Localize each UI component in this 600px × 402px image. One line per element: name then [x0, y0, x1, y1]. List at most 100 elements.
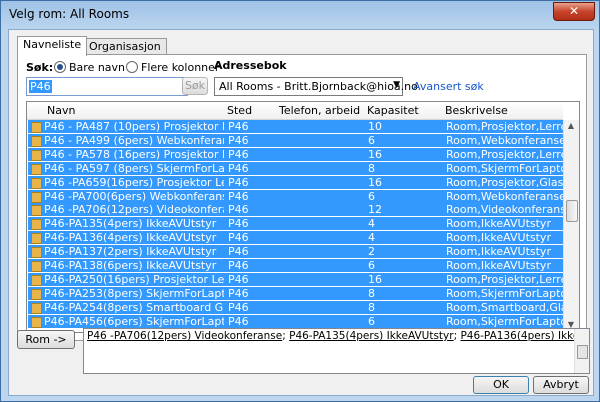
window-title: Velg rom: All Rooms — [9, 7, 130, 21]
close-button[interactable]: ✕ — [553, 2, 595, 21]
room-icon — [31, 261, 42, 272]
room-cell-capacity: 2 — [368, 245, 375, 259]
selected-rooms-scrollbar[interactable] — [574, 329, 589, 373]
scroll-up-icon[interactable]: ▲ — [566, 121, 576, 130]
room-cell-place: P46 — [228, 161, 249, 175]
room-cell-place: P46 — [228, 286, 249, 300]
room-icon — [31, 274, 42, 286]
room-row[interactable]: P46-PA253(8pers) SkjermForLaptop Glassta… — [28, 286, 563, 300]
room-cell-name: P46-PA250(16pers) Prosjektor Lerret Glas… — [44, 272, 224, 286]
room-icon — [31, 233, 42, 245]
room-cell-name: P46-PA136(4pers) IkkeAVUtstyr — [44, 231, 217, 245]
room-icon — [31, 149, 42, 161]
room-cell-desc: Room,Prosjektor,Lerret,PC — [446, 120, 563, 133]
room-cell-desc: Room,IkkeAVUtstyr — [446, 217, 551, 231]
room-icon — [31, 177, 42, 189]
selected-room[interactable]: P46-PA135(4pers) IkkeAVUtstyr — [289, 330, 453, 342]
advanced-search-link[interactable]: Avansert søk — [413, 80, 484, 93]
title-bar[interactable]: Velg rom: All Rooms ✕ — [1, 1, 599, 27]
addressbook-dropdown[interactable]: All Rooms - Britt.Bjornback@hioa.no ▼ — [214, 77, 418, 96]
room-cell-place: P46 — [228, 245, 249, 259]
selected-rooms-list: P46 -PA706(12pers) Videokonferanse; P46-… — [87, 330, 589, 343]
room-cell-desc: Room,SkjermForLaptop,White — [446, 314, 563, 328]
room-cell-place: P46 — [228, 259, 249, 272]
room-cell-desc: Room,Webkonferanse — [446, 189, 563, 203]
dialog-body: Navneliste Organisasjon Søk: Bare navn F… — [8, 29, 594, 396]
room-cell-place: P46 — [228, 147, 249, 161]
selected-rooms-scroll-thumb[interactable] — [577, 345, 588, 359]
room-row[interactable]: P46 -PA700(6pers) Webkonferanse P46 6 Room,… — [28, 189, 563, 203]
room-row[interactable]: P46 -PA706(12pers) Videokonferanse P46 12 R… — [28, 203, 563, 217]
room-row[interactable]: P46 -PA659(16pers) Prosjektor Lerret Whi… — [28, 175, 563, 189]
column-header-description[interactable]: Beskrivelse — [445, 104, 508, 117]
room-row[interactable]: P46-PA138(6pers) IkkeAVUtstyr P46 6 Room,Ik… — [28, 259, 563, 272]
radio-name-only-label[interactable]: Bare navn — [69, 61, 125, 74]
add-rooms-button[interactable]: Rom -> — [17, 330, 75, 349]
room-row[interactable]: P46-PA254(8pers) Smartboard Glasstavle P4… — [28, 300, 563, 314]
column-header-capacity[interactable]: Kapasitet — [367, 104, 419, 117]
search-input-value: P46 — [29, 80, 52, 93]
search-button[interactable]: Søk — [182, 77, 208, 95]
room-cell-desc: Room,WebkonferanseMedSoftk — [446, 133, 563, 147]
room-icon — [31, 205, 42, 217]
room-cell-name: P46-PA253(8pers) SkjermForLaptop Glassta… — [44, 286, 224, 300]
room-row[interactable]: P46 - PA487 (10pers) Prosjektor Lerret P… — [28, 120, 563, 133]
ok-button[interactable]: OK — [473, 376, 529, 394]
room-cell-name: P46-PA137(2pers) IkkeAVUtstyr — [44, 245, 217, 259]
room-cell-place: P46 — [228, 314, 249, 328]
room-cell-name: P46 - PA499 (6pers) WebkonferanseMedSoft… — [44, 133, 224, 147]
room-picker-dialog: Velg rom: All Rooms ✕ Navneliste Organis… — [0, 0, 600, 402]
room-row[interactable]: P46-PA250(16pers) Prosjektor Lerret Glas… — [28, 272, 563, 286]
tab-organisation[interactable]: Organisasjon — [83, 38, 167, 55]
addressbook-selected: All Rooms - Britt.Bjornback@hioa.no — [219, 80, 418, 93]
room-icon — [31, 122, 42, 133]
room-cell-place: P46 — [228, 203, 249, 217]
room-list: Navn Sted Telefon, arbeid Kapasitet Besk… — [26, 101, 580, 333]
room-cell-name: P46 - PA487 (10pers) Prosjektor Lerret P… — [44, 120, 224, 133]
room-icon — [31, 163, 42, 175]
selected-room[interactable]: P46-PA136(4pers) IkkeAVUtstyr — [460, 330, 589, 342]
cancel-button[interactable]: Avbryt — [533, 376, 589, 394]
room-row[interactable]: P46 - PA597 (8pers) SkjermForLaptop P46 8 R… — [28, 161, 563, 175]
room-row[interactable]: P46-PA137(2pers) IkkeAVUtstyr P46 2 Room,Ik… — [28, 245, 563, 259]
column-header-place[interactable]: Sted — [227, 104, 252, 117]
column-header-phone[interactable]: Telefon, arbeid — [279, 104, 360, 117]
radio-name-only[interactable] — [54, 61, 66, 73]
room-cell-place: P46 — [228, 231, 249, 245]
room-list-body: P46 - PA487 (10pers) Prosjektor Lerret P… — [27, 120, 563, 328]
addressbook-label: Adressebok — [214, 59, 287, 72]
selected-rooms-field[interactable]: P46 -PA706(12pers) Videokonferanse; P46-… — [83, 328, 590, 374]
search-input[interactable]: P46 — [26, 77, 188, 96]
room-cell-name: P46 - PA578 (16pers) Prosjektor Lerret P… — [44, 147, 224, 161]
radio-more-columns-label[interactable]: Flere kolonner — [141, 61, 219, 74]
room-cell-desc: Room,SkjermForLaptop,Glasstav — [446, 286, 563, 300]
room-cell-capacity: 8 — [368, 300, 375, 314]
room-row[interactable]: P46-PA136(4pers) IkkeAVUtstyr P46 4 Room,Ik… — [28, 231, 563, 245]
room-cell-desc: Room,SkjermForLaptop — [446, 161, 563, 175]
room-cell-capacity: 16 — [368, 175, 382, 189]
tab-name-list[interactable]: Navneliste — [17, 36, 88, 56]
search-label: Søk: — [26, 61, 54, 74]
room-cell-desc: Room,Prosjektor,Lerret,Glasstav — [446, 272, 563, 286]
room-cell-place: P46 — [228, 300, 249, 314]
room-list-header: Navn Sted Telefon, arbeid Kapasitet Besk… — [27, 102, 563, 120]
room-cell-desc: Room,Smartboard,Glasstavle — [446, 300, 563, 314]
room-row[interactable]: P46-PA456(6pers) SkjermForLaptop Whitebo… — [28, 314, 563, 328]
room-cell-name: P46-PA138(6pers) IkkeAVUtstyr — [44, 259, 217, 272]
room-row[interactable]: P46-PA135(4pers) IkkeAVUtstyr P46 4 Room,Ik… — [28, 217, 563, 231]
room-cell-place: P46 — [228, 120, 249, 133]
room-cell-capacity: 6 — [368, 259, 375, 272]
room-list-scrollbar[interactable]: ▲ ▼ — [563, 120, 579, 332]
room-row[interactable]: P46 - PA578 (16pers) Prosjektor Lerret P… — [28, 147, 563, 161]
room-icon — [31, 247, 42, 259]
room-cell-desc: Room,Videokonferanse — [446, 203, 563, 217]
room-row[interactable]: P46 - PA499 (6pers) WebkonferanseMedSoft… — [28, 133, 563, 147]
room-cell-capacity: 16 — [368, 272, 382, 286]
room-cell-desc: Room,Prosjektor,Glasstavle,Whi — [446, 175, 563, 189]
scroll-thumb[interactable] — [566, 200, 578, 222]
selected-room[interactable]: P46 -PA706(12pers) Videokonferanse — [87, 330, 282, 342]
radio-more-columns[interactable] — [126, 61, 138, 73]
column-header-name[interactable]: Navn — [47, 104, 75, 117]
room-cell-desc: Room,Prosjektor,Lerret,PC — [446, 147, 563, 161]
room-cell-name: P46 -PA706(12pers) Videokonferanse — [44, 203, 224, 217]
